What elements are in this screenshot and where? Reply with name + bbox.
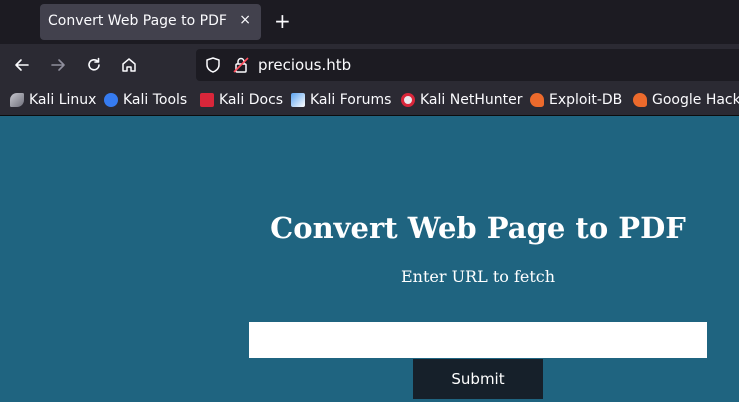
bookmark-label: Exploit-DB — [549, 92, 623, 108]
bookmark-google-hacking[interactable]: Google Hacki — [633, 92, 739, 108]
arrow-left-icon — [15, 59, 29, 71]
bookmark-label: Kali Forums — [310, 92, 392, 108]
kali-nethunter-icon — [401, 93, 415, 107]
bookmark-kali-docs[interactable]: Kali Docs — [200, 92, 283, 108]
bookmark-kali-nethunter[interactable]: Kali NetHunter — [401, 92, 522, 108]
forward-button[interactable] — [45, 52, 71, 78]
home-button[interactable] — [116, 52, 142, 78]
bookmarks-toolbar: Kali Linux Kali Tools Kali Docs Kali For… — [0, 86, 739, 116]
bookmark-label: Kali Linux — [29, 92, 97, 108]
submit-button[interactable]: Submit — [413, 359, 543, 399]
kali-tools-icon — [104, 93, 118, 107]
kali-forums-icon — [291, 93, 305, 107]
bookmark-label: Kali NetHunter — [420, 92, 523, 108]
back-button[interactable] — [9, 52, 35, 78]
new-tab-button[interactable]: + — [274, 9, 291, 33]
home-icon — [122, 58, 136, 72]
bookmark-label: Kali Tools — [123, 92, 188, 108]
ghdb-icon — [633, 93, 647, 107]
bookmark-kali-linux[interactable]: Kali Linux — [10, 92, 96, 108]
insecure-lock-icon[interactable] — [232, 56, 250, 74]
arrow-right-icon — [51, 59, 65, 71]
tab-title: Convert Web Page to PDF — [48, 13, 227, 29]
navigation-bar: precious.htb — [0, 44, 739, 86]
tab-strip: Convert Web Page to PDF × + — [0, 0, 739, 44]
reload-button[interactable] — [81, 52, 107, 78]
exploit-db-icon — [530, 93, 544, 107]
url-input[interactable] — [249, 322, 707, 358]
shield-icon[interactable] — [204, 56, 222, 74]
page-title: Convert Web Page to PDF — [270, 211, 686, 245]
page-content: Convert Web Page to PDF Enter URL to fet… — [0, 117, 739, 402]
kali-docs-icon — [200, 93, 214, 107]
url-text[interactable]: precious.htb — [258, 56, 351, 74]
page-subtitle: Enter URL to fetch — [400, 267, 556, 286]
tab-active[interactable]: Convert Web Page to PDF × — [40, 4, 261, 40]
bookmark-kali-forums[interactable]: Kali Forums — [291, 92, 391, 108]
bookmark-exploit-db[interactable]: Exploit-DB — [530, 92, 622, 108]
bookmark-kali-tools[interactable]: Kali Tools — [104, 92, 187, 108]
bookmark-label: Google Hacki — [652, 92, 739, 108]
bookmark-label: Kali Docs — [219, 92, 284, 108]
reload-icon — [88, 57, 100, 71]
close-tab-icon[interactable]: × — [239, 12, 251, 28]
address-bar[interactable]: precious.htb — [196, 49, 739, 81]
kali-dragon-icon — [10, 93, 24, 107]
